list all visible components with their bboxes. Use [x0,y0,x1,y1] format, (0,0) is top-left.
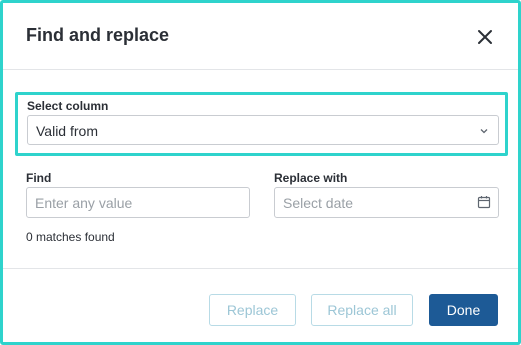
done-button[interactable]: Done [429,294,498,326]
select-column-label: Select column [27,99,109,113]
calendar-icon[interactable] [477,195,491,209]
find-label: Find [26,171,52,185]
replace-all-button[interactable]: Replace all [311,294,413,326]
find-input[interactable] [26,187,250,218]
replace-button[interactable]: Replace [209,294,296,326]
select-column-dropdown[interactable]: Valid from [27,115,499,145]
close-icon [478,30,492,44]
replace-with-input[interactable] [274,187,499,218]
select-column-value: Valid from [36,123,98,139]
dialog-title: Find and replace [26,25,170,45]
select-column-group: Select column Valid from [15,92,508,156]
dialog-header: Find and replace [3,3,518,70]
close-button[interactable] [471,23,499,51]
matches-count: 0 matches found [26,230,115,244]
replace-with-date-field[interactable] [274,187,499,218]
footer-divider [3,268,518,269]
find-replace-dialog: Find and replace Select column Valid fro… [0,0,521,345]
replace-with-label: Replace with [274,171,348,185]
chevron-down-icon [480,129,488,134]
